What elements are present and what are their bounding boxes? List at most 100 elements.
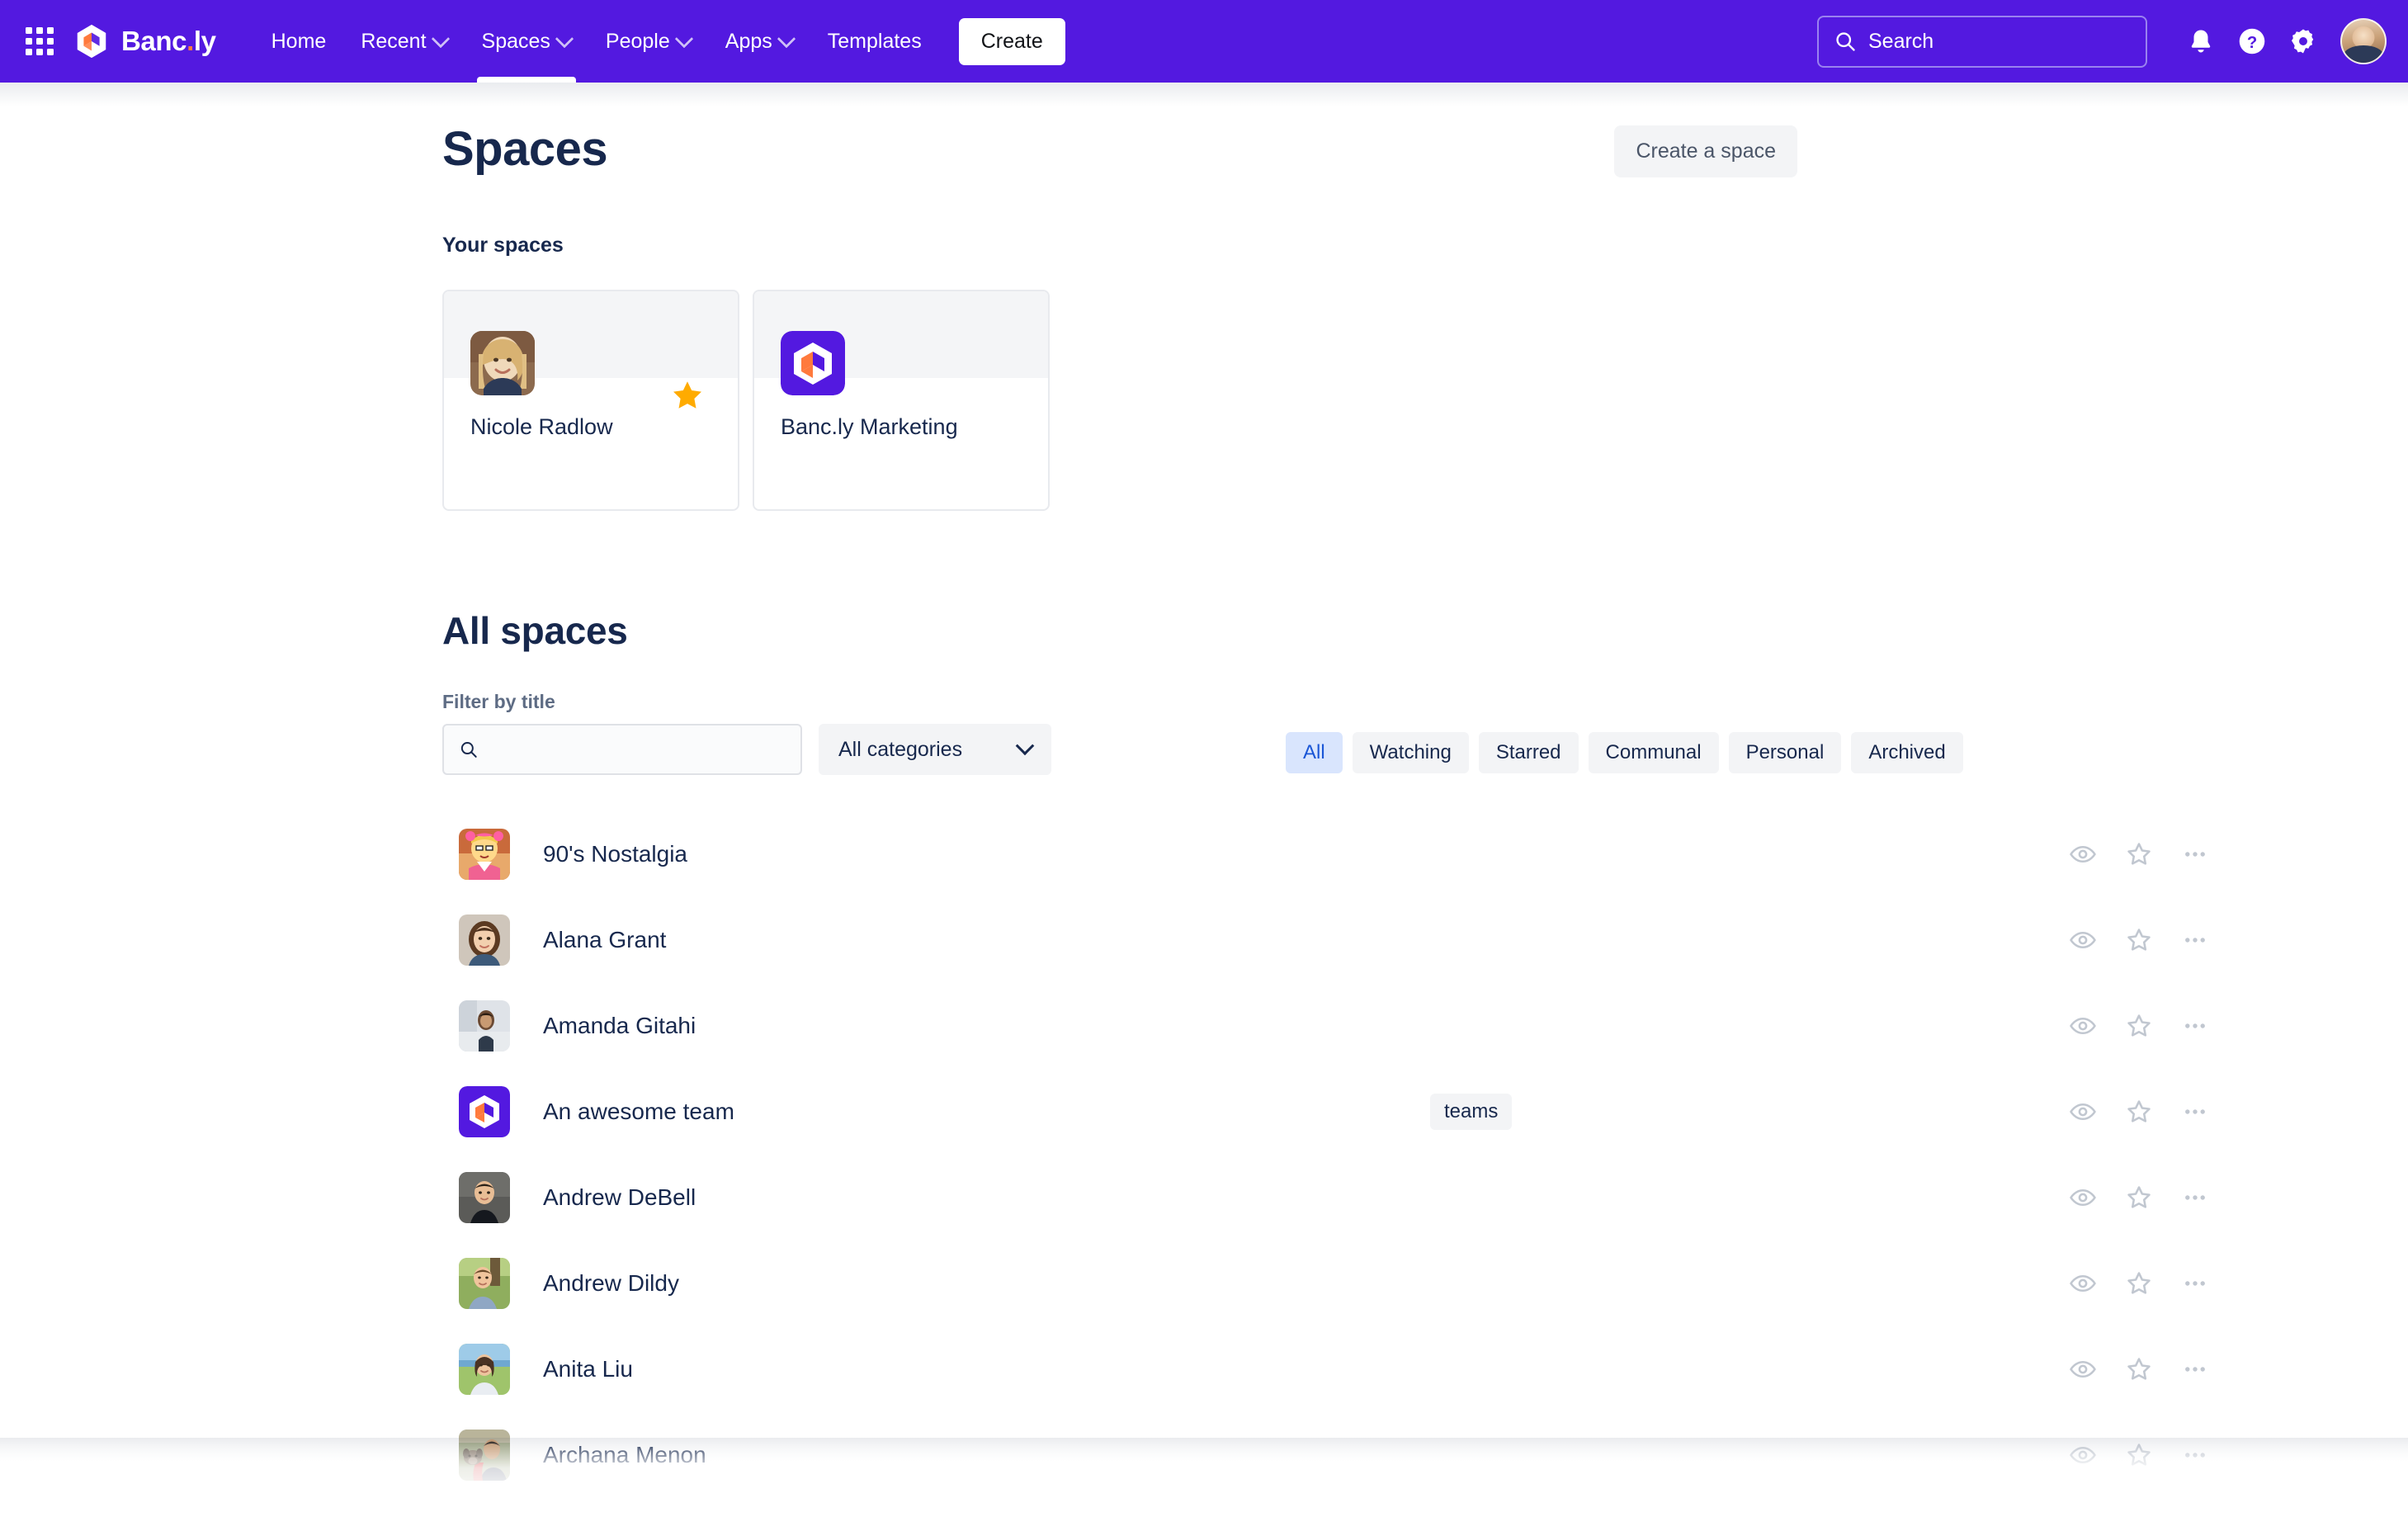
nav-item-home[interactable]: Home (254, 0, 344, 83)
question-mark-circle-glyph: ? (2239, 28, 2265, 54)
chevron-down-icon (555, 29, 574, 49)
help-icon[interactable]: ? (2226, 16, 2278, 67)
more-actions-icon[interactable] (2167, 1084, 2223, 1140)
table-row[interactable]: An awesome team teams (442, 1069, 2225, 1155)
photo-man-outdoor (459, 1258, 510, 1309)
ellipsis-glyph (2185, 1281, 2205, 1286)
more-actions-icon[interactable] (2167, 998, 2223, 1054)
watch-eye-icon[interactable] (2055, 912, 2111, 968)
nav-item-spaces[interactable]: Spaces (465, 0, 588, 83)
star-icon[interactable] (2111, 912, 2167, 968)
primary-nav-items: Home Recent Spaces People Apps Templates… (254, 0, 1065, 83)
table-row[interactable]: Alana Grant (442, 897, 2225, 983)
brand-logo-link[interactable]: Banc.ly (73, 22, 216, 60)
space-name: Andrew DeBell (543, 1184, 696, 1210)
more-actions-icon[interactable] (2167, 826, 2223, 882)
photo-woman-brunette (459, 914, 510, 966)
table-row[interactable]: Andrew Dildy (442, 1241, 2225, 1326)
nav-item-recent[interactable]: Recent (343, 0, 464, 83)
ellipsis-glyph (2185, 1367, 2205, 1372)
svg-text:?: ? (2247, 34, 2257, 52)
nav-item-apps[interactable]: Apps (708, 0, 810, 83)
more-actions-icon[interactable] (2167, 1255, 2223, 1311)
watch-eye-icon[interactable] (2055, 826, 2111, 882)
more-actions-icon[interactable] (2167, 1427, 2223, 1483)
profile-avatar[interactable] (2340, 18, 2387, 64)
filter-pill-all[interactable]: All (1286, 732, 1343, 773)
bell-glyph (2191, 30, 2211, 53)
star-icon[interactable] (670, 378, 705, 413)
space-category-tag[interactable]: teams (1430, 1094, 1513, 1130)
watch-eye-icon[interactable] (2055, 1084, 2111, 1140)
star-icon[interactable] (2111, 1341, 2167, 1397)
search-icon (1836, 32, 1855, 51)
eye-glyph (2070, 1017, 2096, 1035)
star-icon[interactable] (2111, 1170, 2167, 1226)
star-icon[interactable] (2111, 1255, 2167, 1311)
table-row[interactable]: Archana Menon (442, 1412, 2225, 1498)
table-row[interactable]: Anita Liu (442, 1326, 2225, 1412)
page-title: Spaces (442, 122, 608, 176)
table-row[interactable]: Amanda Gitahi (442, 983, 2225, 1069)
filter-pill-watching[interactable]: Watching (1352, 732, 1469, 773)
page-content: Spaces Create a space Your spaces Nicole… (0, 83, 2408, 1517)
watch-eye-icon[interactable] (2055, 1341, 2111, 1397)
category-select[interactable]: All categories (819, 724, 1051, 775)
star-icon[interactable] (2111, 998, 2167, 1054)
grid-dot (47, 38, 54, 45)
bancly-logo-icon (781, 331, 845, 395)
watch-eye-icon[interactable] (2055, 1427, 2111, 1483)
all-spaces-title: All spaces (442, 609, 628, 652)
filter-pill-starred[interactable]: Starred (1478, 732, 1579, 773)
filter-pill-personal[interactable]: Personal (1728, 732, 1842, 773)
star-icon[interactable] (2111, 826, 2167, 882)
more-actions-icon[interactable] (2167, 1513, 2223, 1517)
space-name: An awesome team (543, 1099, 734, 1124)
star-icon[interactable] (2111, 1084, 2167, 1140)
star-icon[interactable] (2111, 1513, 2167, 1517)
watch-eye-icon[interactable] (2055, 998, 2111, 1054)
ellipsis-glyph (2185, 1453, 2205, 1458)
watch-eye-icon[interactable] (2055, 1255, 2111, 1311)
settings-gear-icon[interactable] (2278, 16, 2329, 67)
avatar (459, 1430, 510, 1481)
notifications-bell-icon[interactable] (2175, 16, 2226, 67)
search-input[interactable]: Search (1817, 15, 2147, 68)
filter-by-title-field: Filter by title (442, 691, 802, 775)
filter-pill-communal[interactable]: Communal (1588, 732, 1719, 773)
more-actions-icon[interactable] (2167, 1341, 2223, 1397)
table-row[interactable]: Arthur Chen (442, 1498, 2225, 1517)
more-actions-icon[interactable] (2167, 1170, 2223, 1226)
nav-item-people[interactable]: People (588, 0, 708, 83)
filter-title-text[interactable] (488, 738, 786, 761)
watch-eye-icon[interactable] (2055, 1513, 2111, 1517)
space-card-nicole-radlow[interactable]: Nicole Radlow (442, 290, 739, 511)
nav-right-cluster: Search ? (1817, 15, 2387, 68)
nav-item-templates[interactable]: Templates (810, 0, 939, 83)
more-actions-icon[interactable] (2167, 912, 2223, 968)
create-button[interactable]: Create (958, 17, 1065, 65)
space-filter-pills: All Watching Starred Communal Personal A… (1286, 732, 1963, 773)
avatar (459, 829, 510, 880)
table-row[interactable]: 90's Nostalgia (442, 811, 2225, 897)
filter-title-input[interactable] (442, 724, 802, 775)
star-glyph (2127, 929, 2151, 951)
content-column: Spaces Create a space Your spaces Nicole… (442, 83, 2225, 1517)
filter-pill-archived[interactable]: Archived (1851, 732, 1963, 773)
create-a-space-button[interactable]: Create a space (1614, 125, 1797, 177)
star-icon[interactable] (2111, 1427, 2167, 1483)
eye-glyph (2070, 1446, 2096, 1464)
top-navigation-bar: Banc.ly Home Recent Spaces People Apps T… (0, 0, 2408, 83)
star-glyph (2127, 1100, 2151, 1122)
watch-eye-icon[interactable] (2055, 1170, 2111, 1226)
photo-woman-dark (459, 1000, 510, 1052)
space-name: Anita Liu (543, 1356, 633, 1382)
table-row[interactable]: Andrew DeBell (442, 1155, 2225, 1241)
row-actions (2055, 1170, 2223, 1226)
grid-dot (36, 27, 43, 34)
filter-row: Filter by title All categories All Watch… (442, 691, 2225, 775)
row-actions (2055, 1341, 2223, 1397)
app-switcher-icon[interactable] (21, 23, 58, 59)
space-card-bancly-marketing[interactable]: Banc.ly Marketing (753, 290, 1050, 511)
all-spaces-list: 90's Nostalgia Alana Grant Amanda Gitahi… (442, 811, 2225, 1517)
